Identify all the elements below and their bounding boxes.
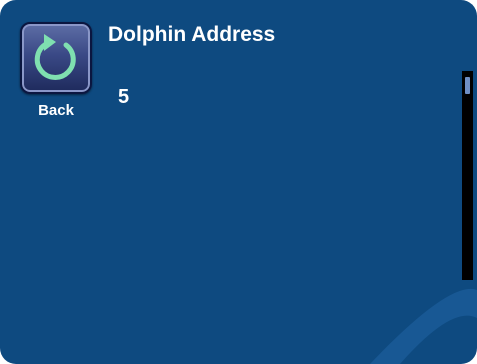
screen-panel: Back Dolphin Address 5 xyxy=(0,0,477,364)
back-button-label: Back xyxy=(38,102,74,119)
back-button-tile[interactable] xyxy=(20,22,92,94)
scrollbar-thumb[interactable] xyxy=(465,77,470,94)
back-button[interactable]: Back xyxy=(17,22,95,122)
page-title: Dolphin Address xyxy=(108,23,276,46)
scrollbar[interactable] xyxy=(462,71,473,280)
address-value: 5 xyxy=(118,86,130,108)
back-arrow-icon xyxy=(34,34,76,80)
